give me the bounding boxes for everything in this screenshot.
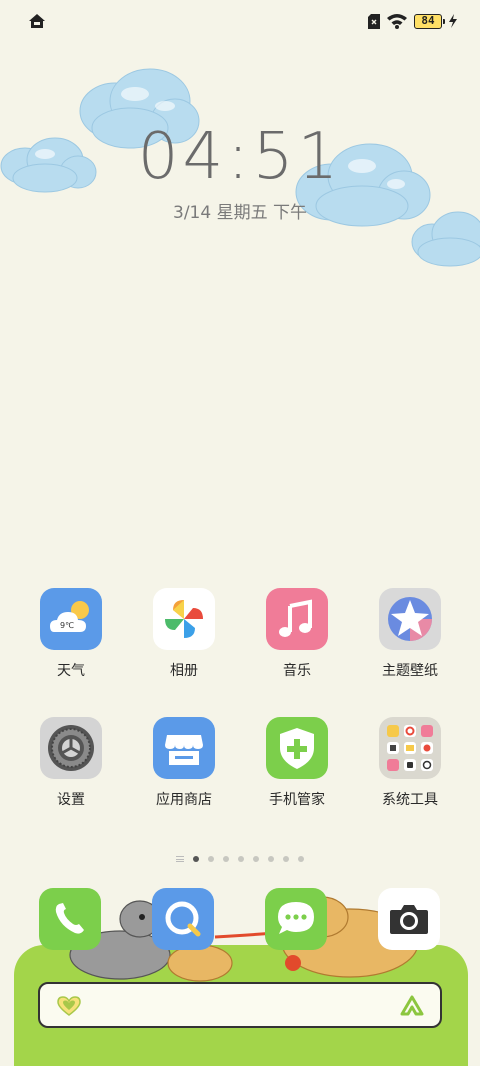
messages-icon [278, 902, 314, 934]
page-dot[interactable] [298, 856, 304, 862]
home-nfc-icon [29, 14, 45, 28]
app-label: 应用商店 [156, 792, 212, 808]
assistant-icon[interactable] [400, 995, 424, 1017]
app-store-icon [153, 717, 215, 779]
page-dot[interactable] [238, 856, 244, 862]
weather-temp: 9℃ [60, 621, 74, 630]
camera-icon [390, 905, 428, 934]
dock-messages[interactable] [265, 888, 327, 950]
app-label: 天气 [57, 663, 85, 679]
charging-icon [449, 14, 457, 28]
app-music[interactable]: 音乐 [247, 588, 347, 680]
browser-icon [165, 901, 201, 937]
battery-level: 84 [421, 13, 435, 27]
dock-browser[interactable] [152, 888, 214, 950]
app-label: 相册 [170, 663, 198, 679]
phone-icon [55, 903, 84, 934]
page-dot[interactable] [223, 856, 229, 862]
search-bar[interactable] [38, 982, 442, 1028]
app-label: 系统工具 [382, 792, 438, 808]
dock-phone[interactable] [39, 888, 101, 950]
app-photos[interactable]: 相册 [134, 588, 234, 680]
heart-icon[interactable] [56, 994, 82, 1018]
page-dot[interactable] [253, 856, 259, 862]
photos-icon [153, 588, 215, 650]
lock-date: 3/14 星期五 下午 [173, 203, 307, 223]
dogs-illustration [69, 896, 419, 982]
app-label: 音乐 [283, 663, 311, 679]
page-dot[interactable] [283, 856, 289, 862]
app-store[interactable]: 应用商店 [134, 717, 234, 809]
weather-icon: 9℃ [40, 588, 102, 650]
app-label: 设置 [57, 792, 85, 808]
battery-icon: 84 [414, 13, 445, 29]
app-themes[interactable]: 主题壁纸 [360, 588, 460, 680]
system-tools-folder-icon [379, 717, 441, 779]
page-list-icon[interactable] [176, 856, 184, 862]
music-icon [266, 588, 328, 650]
wifi-icon [387, 14, 407, 29]
app-phone-manager[interactable]: 手机管家 [247, 717, 347, 809]
app-settings[interactable]: 设置 [21, 717, 121, 809]
app-weather[interactable]: 9℃ 天气 [21, 588, 121, 680]
lock-clock: 04:51 [137, 120, 343, 194]
phone-manager-icon [266, 717, 328, 779]
page-dot[interactable] [193, 856, 199, 862]
page-dot[interactable] [268, 856, 274, 862]
app-label: 手机管家 [269, 792, 325, 808]
settings-icon [40, 717, 102, 779]
app-label: 主题壁纸 [382, 663, 438, 679]
app-system-tools-folder[interactable]: 系统工具 [360, 717, 460, 809]
status-bar: 84 [0, 10, 480, 34]
page-dot[interactable] [208, 856, 214, 862]
sim-icon [368, 13, 380, 29]
themes-icon [379, 588, 441, 650]
dock-camera[interactable] [378, 888, 440, 950]
page-indicator[interactable] [0, 856, 480, 862]
